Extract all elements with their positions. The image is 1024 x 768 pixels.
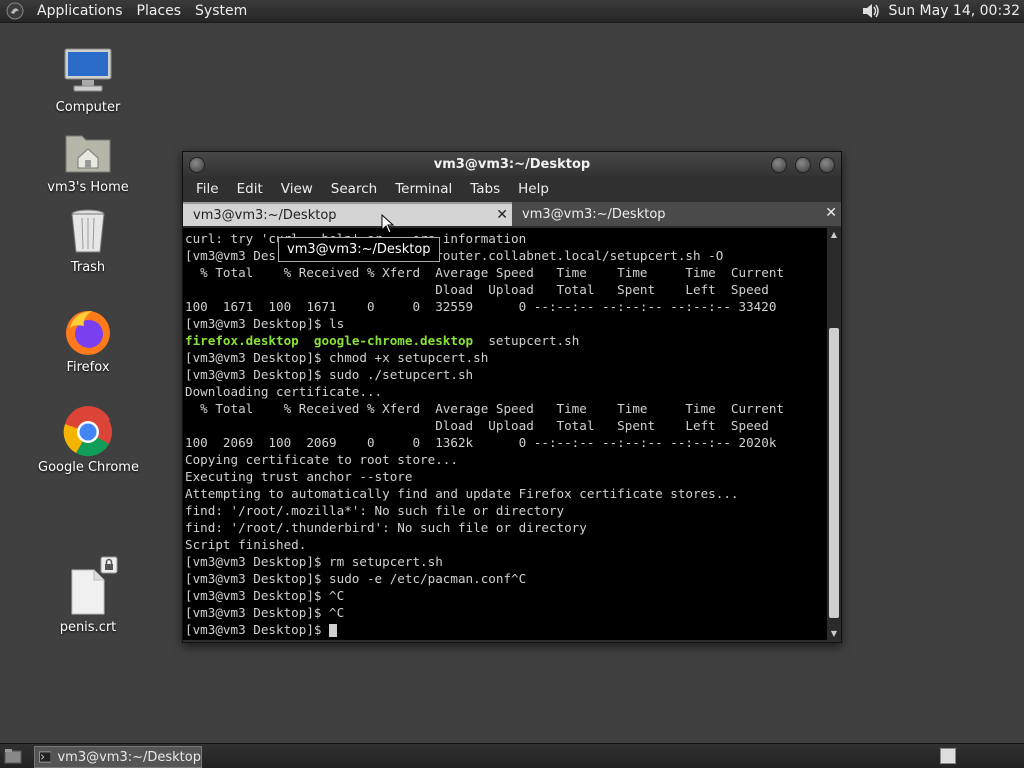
home-folder-icon xyxy=(62,126,114,178)
scroll-down-icon[interactable]: ▼ xyxy=(827,629,841,638)
menu-view[interactable]: View xyxy=(272,181,322,197)
tab-close-icon[interactable]: ✕ xyxy=(496,207,508,223)
top-panel: Applications Places System Sun May 14, 0… xyxy=(0,0,1024,23)
taskbar-button-label: vm3@vm3:~/Desktop xyxy=(57,749,201,765)
terminal-icon xyxy=(39,751,52,763)
tab-bar: vm3@vm3:~/Desktop ✕ vm3@vm3:~/Desktop ✕ xyxy=(183,202,841,226)
terminal-scrollbar[interactable]: ▲ ▼ xyxy=(827,228,841,640)
desktop-icon-firefox[interactable]: Firefox xyxy=(38,306,138,375)
terminal-output[interactable]: curl: try 'curl --help' or ...ore inform… xyxy=(183,228,827,640)
desktop-icon-home[interactable]: vm3's Home xyxy=(38,126,138,195)
terminal-line: Attempting to automatically find and upd… xyxy=(185,486,739,501)
window-menu-button[interactable] xyxy=(189,157,205,173)
terminal-window: vm3@vm3:~/Desktop File Edit View Search … xyxy=(182,151,842,643)
computer-icon xyxy=(62,46,114,98)
gnome-foot-icon[interactable] xyxy=(6,2,24,20)
desktop-icon-chrome[interactable]: Google Chrome xyxy=(38,406,139,475)
file-icon xyxy=(62,556,118,618)
tab-label: vm3@vm3:~/Desktop xyxy=(193,207,337,223)
ls-output-line: firefox.desktop google-chrome.desktop se… xyxy=(185,332,827,349)
tab-tooltip: vm3@vm3:~/Desktop xyxy=(278,237,440,262)
scroll-up-icon[interactable]: ▲ xyxy=(827,230,841,239)
terminal-line: Script finished. xyxy=(185,537,307,552)
desktop-icon-label: Google Chrome xyxy=(38,460,139,475)
desktop-icon-label: Computer xyxy=(55,100,121,115)
tab-2[interactable]: vm3@vm3:~/Desktop ✕ xyxy=(512,202,841,226)
terminal-cursor xyxy=(329,624,338,637)
terminal-line: [vm3@vm3 Desktop]$ sudo -e /etc/pacman.c… xyxy=(185,571,527,586)
terminal-line: [vm3@vm3 Desktop]$ rm setupcert.sh xyxy=(185,554,443,569)
menu-help[interactable]: Help xyxy=(509,181,558,197)
terminal-line: % Total % Received % Xferd Average Speed… xyxy=(185,265,784,280)
terminal-line: [vm3@vm3 Desktop]$ ^C xyxy=(185,588,345,603)
terminal-prompt: [vm3@vm3 Desktop]$ xyxy=(185,621,827,638)
clock[interactable]: Sun May 14, 00:32 xyxy=(888,3,1020,19)
ls-file: google-chrome.desktop xyxy=(313,333,474,348)
desktop-icon-label: Firefox xyxy=(66,360,110,375)
desktop-icon-computer[interactable]: Computer xyxy=(38,46,138,115)
lock-icon xyxy=(100,556,118,574)
desktop-icon-trash[interactable]: Trash xyxy=(38,206,138,275)
desktop-icon-label: penis.crt xyxy=(59,620,117,635)
mouse-cursor-icon xyxy=(381,214,395,234)
menu-tabs[interactable]: Tabs xyxy=(461,181,509,197)
terminal-line: 100 2069 100 2069 0 0 1362k 0 --:--:-- -… xyxy=(185,435,777,450)
menu-edit[interactable]: Edit xyxy=(228,181,272,197)
system-menu[interactable]: System xyxy=(188,3,254,19)
terminal-line: find: '/root/.mozilla*': No such file or… xyxy=(185,503,565,518)
tab-close-icon[interactable]: ✕ xyxy=(825,205,837,221)
top-panel-tray: Sun May 14, 00:32 xyxy=(860,0,1020,22)
bottom-panel: vm3@vm3:~/Desktop xyxy=(0,743,1024,768)
volume-icon[interactable] xyxy=(860,1,882,21)
terminal-line: [vm3@vm3 Desktop]$ sudo ./setupcert.sh xyxy=(185,367,474,382)
desktop-icon-label: Trash xyxy=(70,260,106,275)
chrome-icon xyxy=(62,406,114,458)
menubar: File Edit View Search Terminal Tabs Help xyxy=(183,176,841,202)
show-desktop-icon[interactable] xyxy=(4,748,22,764)
terminal-line: % Total % Received % Xferd Average Speed… xyxy=(185,401,784,416)
menu-file[interactable]: File xyxy=(187,181,228,197)
minimize-button[interactable] xyxy=(771,157,787,173)
workspace-switcher[interactable] xyxy=(940,748,956,764)
terminal-line: Dload Upload Total Spent Left Speed xyxy=(185,418,769,433)
applications-menu[interactable]: Applications xyxy=(30,3,130,19)
scrollbar-thumb[interactable] xyxy=(829,328,839,618)
terminal-line: [vm3@vm3 Desktop]$ ls xyxy=(185,316,345,331)
menu-search[interactable]: Search xyxy=(322,181,386,197)
places-menu[interactable]: Places xyxy=(130,3,189,19)
desktop-icon-penis-crt[interactable]: penis.crt xyxy=(38,556,138,635)
terminal-line: Dload Upload Total Spent Left Speed xyxy=(185,282,769,297)
terminal-line: Downloading certificate... xyxy=(185,384,383,399)
terminal-line: Copying certificate to root store... xyxy=(185,452,458,467)
window-titlebar[interactable]: vm3@vm3:~/Desktop xyxy=(183,152,841,176)
menu-terminal[interactable]: Terminal xyxy=(386,181,461,197)
terminal-line: [vm3@vm3 Desktop]$ ^C xyxy=(185,605,345,620)
maximize-button[interactable] xyxy=(795,157,811,173)
terminal-line: Executing trust anchor --store xyxy=(185,469,413,484)
close-button[interactable] xyxy=(819,157,835,173)
window-title: vm3@vm3:~/Desktop xyxy=(433,156,591,172)
terminal-line: find: '/root/.thunderbird': No such file… xyxy=(185,520,587,535)
trash-icon xyxy=(62,206,114,258)
ls-file: firefox.desktop xyxy=(185,333,299,348)
terminal-line: [vm3@vm3 Desktop]$ chmod +x setupcert.sh xyxy=(185,350,489,365)
ls-file: setupcert.sh xyxy=(488,333,580,348)
desktop-icon-label: vm3's Home xyxy=(47,180,129,195)
taskbar-button-terminal[interactable]: vm3@vm3:~/Desktop xyxy=(34,746,202,768)
firefox-icon xyxy=(62,306,114,358)
tab-label: vm3@vm3:~/Desktop xyxy=(522,206,666,222)
tab-1[interactable]: vm3@vm3:~/Desktop ✕ xyxy=(183,202,512,226)
terminal-line: 100 1671 100 1671 0 0 32559 0 --:--:-- -… xyxy=(185,299,777,314)
